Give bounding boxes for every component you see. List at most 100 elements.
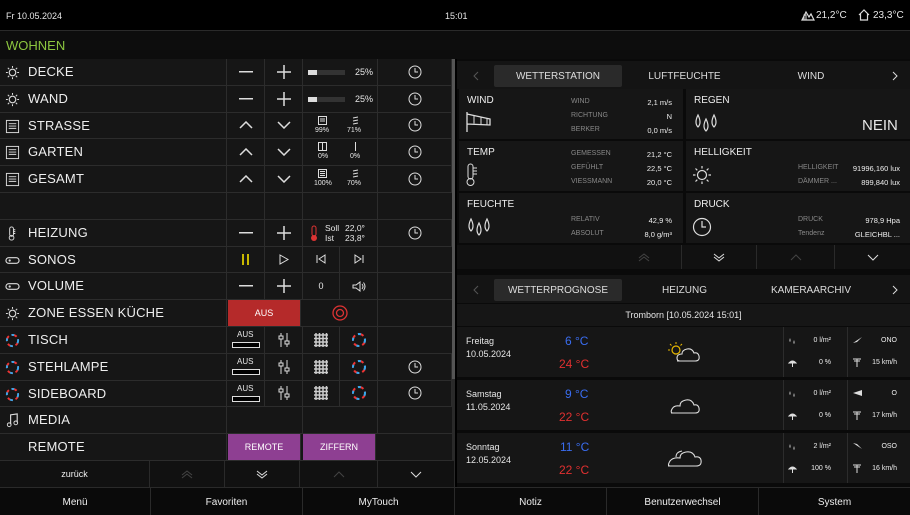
list-scrollbar[interactable] [452,59,455,461]
grid-button[interactable] [303,353,340,380]
volume-value-cell: 0 [303,273,340,300]
scroll-down-button[interactable] [378,461,455,487]
scroll-down-button[interactable] [835,245,910,269]
tile-title: FEUCHTE [467,199,515,210]
up-button[interactable] [227,139,265,166]
row-gesamt: GESAMT 100% 70% [0,166,455,193]
timer-button[interactable] [378,166,452,192]
double-chevron-down-icon [713,253,725,262]
forecast-tmax: 24 °C [559,357,590,371]
down-button[interactable] [265,139,303,166]
timer-button[interactable] [378,85,452,112]
tab-wetterstation[interactable]: WETTERSTATION [494,65,622,87]
tab-prev-button[interactable] [463,279,488,301]
timer-button[interactable] [378,59,452,85]
forecast-day: Sonntag 12.05.2024 11 °C 22 °C 2 l/m² 10… [457,433,910,483]
grid-button[interactable] [303,380,340,407]
tab-heizung[interactable]: HEIZUNG [622,279,747,301]
back-button[interactable]: zurück [0,461,150,487]
timer-button[interactable] [378,139,452,166]
wind-speed-icon [853,464,861,473]
minus-button[interactable] [227,85,265,112]
up-button[interactable] [227,112,265,139]
tile-title: REGEN [694,95,730,106]
color-button[interactable] [340,327,378,353]
nav-system[interactable]: System [759,488,910,515]
minus-button[interactable] [227,219,265,246]
top-bar: Fr 10.05.2024 15:01 21,2°C 23,3°C [0,0,910,31]
tab-wind[interactable]: WIND [747,65,875,87]
forecast-date: 12.05.2024 [466,455,512,465]
dimmer-slider[interactable]: 25% [303,85,378,112]
tab-wetterprognose[interactable]: WETTERPROGNOSE [494,279,622,301]
tile-title: HELLIGKEIT [694,147,752,158]
scroll-top-button[interactable] [150,461,225,487]
nav-benutzerwechsel[interactable]: Benutzerwechsel [607,488,759,515]
remote-button[interactable]: REMOTE [228,434,301,460]
scroll-bottom-button[interactable] [682,245,757,269]
forecast-tmin: 11 °C [560,440,590,454]
switch-state[interactable]: AUS [227,380,265,407]
tab-kameraarchiv[interactable]: KAMERAARCHIV [747,279,875,301]
nav-favoriten[interactable]: Favoriten [151,488,303,515]
down-button[interactable] [265,112,303,139]
scroll-up-button[interactable] [757,245,835,269]
previous-button[interactable] [303,246,340,273]
timer-button[interactable] [378,219,452,246]
timer-button[interactable] [378,353,452,380]
next-button[interactable] [340,246,378,273]
scene-button[interactable] [303,300,378,326]
scroll-top-button[interactable] [607,245,682,269]
tab-next-button[interactable] [882,279,907,301]
timer-button[interactable] [378,112,452,139]
plus-button[interactable] [265,219,303,246]
nav-menu[interactable]: Menü [0,488,151,515]
tab-luftfeuchte[interactable]: LUFTFEUCHTE [622,65,747,87]
scroll-up-button[interactable] [300,461,378,487]
plus-button[interactable] [265,59,303,85]
state-label: AUS [237,356,254,366]
color-button[interactable] [340,353,378,380]
aus-button[interactable]: AUS [228,300,301,326]
color-wheel-icon [351,386,366,401]
forecast-rain: 0 l/m² [813,390,832,397]
dimmer-value: 25% [355,67,374,77]
nav-notiz[interactable]: Notiz [455,488,607,515]
row-empty [0,193,455,220]
color-button[interactable] [340,380,378,407]
volume-up-button[interactable] [265,273,303,300]
grid-button[interactable] [303,327,340,353]
tab-prev-button[interactable] [463,65,488,87]
forecast-rain-prob: 0 % [818,359,831,366]
clock-icon [408,172,421,186]
grid-icon [314,386,328,401]
forecast-date: 10.05.2024 [466,349,512,359]
volume-down-button[interactable] [227,273,265,300]
settings-button[interactable] [265,380,303,407]
up-button[interactable] [227,166,265,192]
timer-button[interactable] [378,380,452,407]
nav-mytouch[interactable]: MyTouch [303,488,455,515]
mute-button[interactable] [340,273,378,300]
ziffern-button[interactable]: ZIFFERN [303,434,376,460]
wind-direction-icon [853,390,862,396]
settings-button[interactable] [265,327,303,353]
pause-button[interactable] [227,246,265,273]
switch-state[interactable]: AUS [227,327,265,353]
tab-next-button[interactable] [882,65,907,87]
weather-tabbar: WETTERSTATION LUFTFEUCHTE WIND [457,61,910,89]
row-zone-essen-kueche: ZONE ESSEN KÜCHE AUS [0,300,455,327]
forecast-rain: 2 l/m² [813,443,832,450]
skip-back-icon [316,254,326,265]
play-button[interactable] [265,246,303,273]
chevron-down-icon [410,471,422,478]
scroll-bottom-button[interactable] [225,461,300,487]
dimmer-slider[interactable]: 25% [303,59,378,85]
settings-button[interactable] [265,353,303,380]
down-button[interactable] [265,166,303,192]
minus-button[interactable] [227,59,265,85]
switch-state[interactable]: AUS [227,353,265,380]
plus-button[interactable] [265,85,303,112]
outdoor-temp: 21,2°C [816,10,847,21]
room-header: WOHNEN [0,31,910,59]
